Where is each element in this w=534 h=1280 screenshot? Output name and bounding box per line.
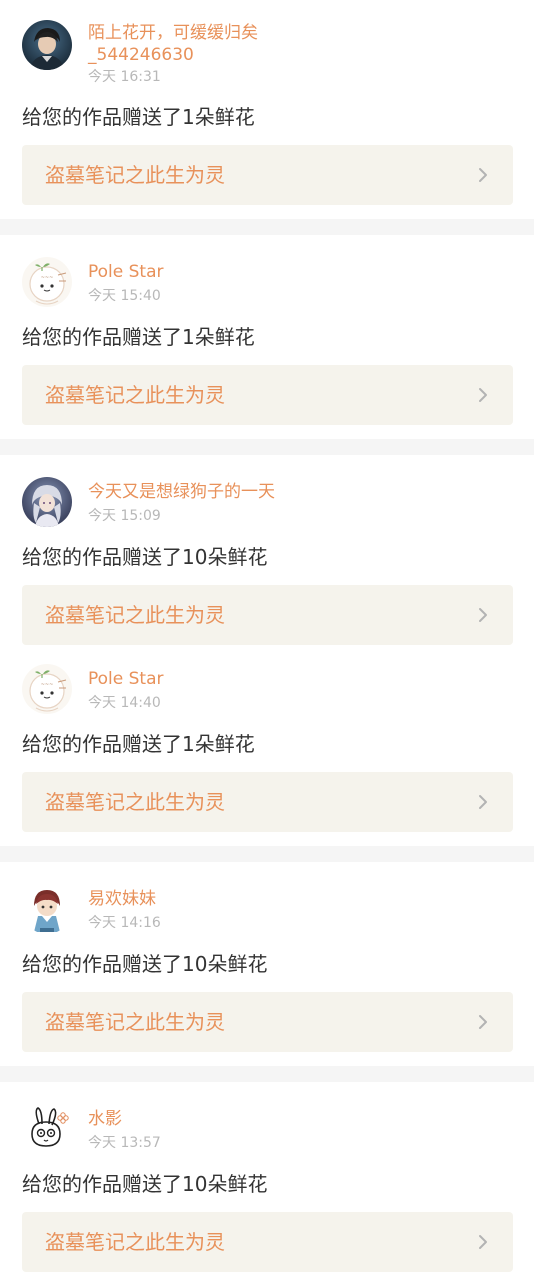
- work-title: 盗墓笔记之此生为灵: [45, 790, 225, 814]
- chevron-right-icon: [479, 608, 487, 622]
- avatar[interactable]: [22, 20, 72, 70]
- work-link-card[interactable]: 盗墓笔记之此生为灵: [22, 365, 513, 425]
- chevron-right-icon: [479, 168, 487, 182]
- chevron-right-icon: [479, 1235, 487, 1249]
- section-divider: [0, 846, 534, 862]
- timestamp: 今天 16:31: [88, 69, 161, 85]
- avatar[interactable]: ~~~: [22, 257, 72, 307]
- gift-message: 给您的作品赠送了10朵鲜花: [22, 545, 268, 569]
- section-divider: [0, 219, 534, 235]
- gift-message: 给您的作品赠送了10朵鲜花: [22, 1172, 268, 1196]
- avatar[interactable]: [22, 1104, 72, 1154]
- avatar[interactable]: [22, 477, 72, 527]
- work-title: 盗墓笔记之此生为灵: [45, 603, 225, 627]
- gift-message: 给您的作品赠送了1朵鲜花: [22, 732, 255, 756]
- timestamp: 今天 15:40: [88, 288, 161, 304]
- username[interactable]: 易欢妹妹: [88, 888, 338, 910]
- section-divider: [0, 439, 534, 455]
- username[interactable]: Pole Star: [88, 261, 338, 283]
- chevron-right-icon: [479, 1015, 487, 1029]
- work-link-card[interactable]: 盗墓笔记之此生为灵: [22, 772, 513, 832]
- work-link-card[interactable]: 盗墓笔记之此生为灵: [22, 992, 513, 1052]
- gift-message: 给您的作品赠送了1朵鲜花: [22, 105, 255, 129]
- chibi-child-avatar-icon: [22, 884, 72, 934]
- chevron-right-icon: [479, 388, 487, 402]
- timestamp: 今天 14:40: [88, 695, 161, 711]
- notification-feed: 陌上花开，可缓缓归矣_544246630 今天 16:31 给您的作品赠送了1朵…: [0, 0, 534, 1280]
- gift-message: 给您的作品赠送了10朵鲜花: [22, 952, 268, 976]
- timestamp: 今天 14:16: [88, 915, 161, 931]
- cartoon-sprout-avatar-icon: ~~~: [22, 664, 72, 714]
- work-link-card[interactable]: 盗墓笔记之此生为灵: [22, 145, 513, 205]
- username[interactable]: 陌上花开，可缓缓归矣_544246630: [88, 22, 338, 66]
- work-link-card[interactable]: 盗墓笔记之此生为灵: [22, 1212, 513, 1272]
- username[interactable]: Pole Star: [88, 668, 338, 690]
- username[interactable]: 今天又是想绿狗子的一天: [88, 481, 338, 503]
- work-title: 盗墓笔记之此生为灵: [45, 163, 225, 187]
- sketch-bunny-avatar-icon: [22, 1104, 72, 1154]
- svg-text:~~~: ~~~: [41, 275, 54, 281]
- svg-text:~~~: ~~~: [41, 682, 54, 688]
- cartoon-sprout-avatar-icon: ~~~: [22, 257, 72, 307]
- username[interactable]: 水影: [88, 1108, 338, 1130]
- timestamp: 今天 13:57: [88, 1135, 161, 1151]
- anime-character-avatar-icon: [22, 477, 72, 527]
- chevron-right-icon: [479, 795, 487, 809]
- work-link-card[interactable]: 盗墓笔记之此生为灵: [22, 585, 513, 645]
- work-title: 盗墓笔记之此生为灵: [45, 383, 225, 407]
- work-title: 盗墓笔记之此生为灵: [45, 1230, 225, 1254]
- avatar[interactable]: [22, 884, 72, 934]
- work-title: 盗墓笔记之此生为灵: [45, 1010, 225, 1034]
- section-divider: [0, 1066, 534, 1082]
- timestamp: 今天 15:09: [88, 508, 161, 524]
- avatar[interactable]: ~~~: [22, 664, 72, 714]
- gift-message: 给您的作品赠送了1朵鲜花: [22, 325, 255, 349]
- dark-portrait-avatar-icon: [22, 20, 72, 70]
